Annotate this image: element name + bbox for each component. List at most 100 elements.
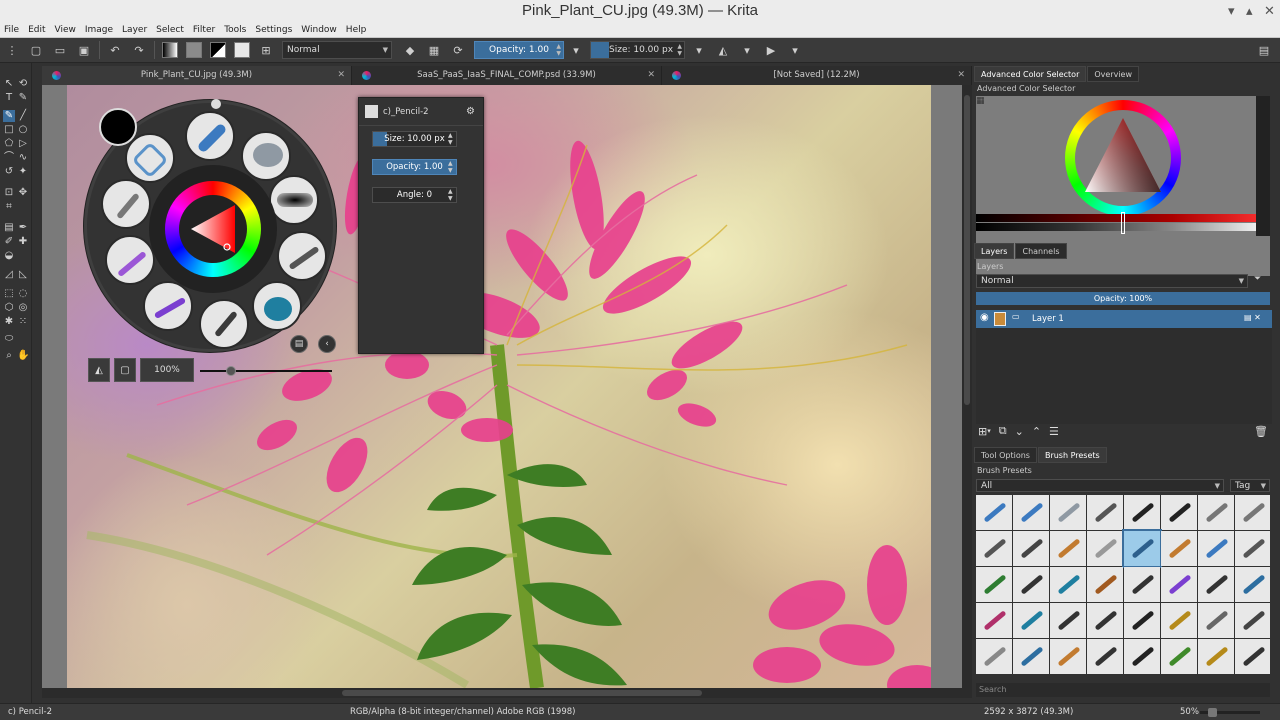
menu-window[interactable]: Window — [301, 25, 337, 35]
rectangular-selection-tool-icon[interactable]: ⬚ — [3, 288, 15, 300]
slider-knob[interactable] — [226, 366, 236, 376]
brush-preset-tile[interactable] — [1235, 531, 1270, 566]
layer-properties-icon[interactable]: ▤ ✕ — [1244, 313, 1261, 322]
multibrush-tool-icon[interactable]: ✦ — [17, 166, 29, 178]
close-button[interactable]: ✕ — [1264, 0, 1275, 22]
menu-filter[interactable]: Filter — [193, 25, 215, 35]
spin-arrows-icon[interactable]: ▲ ▼ — [677, 43, 682, 57]
brush-preset-tile[interactable] — [1124, 639, 1160, 674]
move-layer-up-icon[interactable]: ⌃ — [1032, 425, 1041, 438]
brush-preset-tile[interactable] — [1013, 495, 1049, 530]
rectangle-tool-icon[interactable]: □ — [3, 124, 15, 136]
select-shapes-tool-icon[interactable]: ↖ — [3, 78, 15, 90]
zoom-tool-icon[interactable]: ⌕ — [3, 350, 15, 362]
brush-slot-favorite-3[interactable] — [241, 131, 291, 181]
minimize-button[interactable]: ▾ — [1228, 0, 1235, 22]
polygonal-selection-tool-icon[interactable]: ⬡ — [3, 302, 15, 314]
brush-preset-tile[interactable] — [1198, 567, 1234, 602]
assistant-tool-icon[interactable]: ◿ — [3, 269, 15, 281]
smart-patch-tool-icon[interactable]: ✚ — [17, 236, 29, 248]
spin-arrows-icon[interactable]: ▲ ▼ — [448, 132, 453, 146]
similar-color-selection-tool-icon[interactable]: ⁙ — [17, 316, 29, 328]
tab-not-saved[interactable]: [Not Saved] (12.2M) ✕ — [662, 66, 972, 85]
tab-layers[interactable]: Layers — [974, 243, 1015, 259]
tab-tool-options[interactable]: Tool Options — [974, 447, 1037, 463]
brush-preset-tile[interactable] — [1198, 495, 1234, 530]
chevron-down-icon[interactable]: ▾ — [785, 40, 805, 60]
duplicate-layer-icon[interactable]: ⧉ — [999, 424, 1007, 438]
brush-slot-favorite-10[interactable] — [101, 179, 151, 229]
presets-filter-select[interactable]: All ▼ — [976, 479, 1224, 492]
undo-button[interactable]: ↶ — [105, 40, 125, 60]
size-slider[interactable]: Size: 10.00 px ▲ ▼ — [590, 41, 685, 59]
brush-preset-tile[interactable] — [1198, 531, 1234, 566]
tab-saas-paas[interactable]: SaaS_PaaS_IaaS_FINAL_COMP.psd (33.9M) ✕ — [352, 66, 662, 85]
brush-preset-tile[interactable] — [1050, 639, 1086, 674]
brush-preset-tile[interactable] — [976, 567, 1012, 602]
brush-preset-tile[interactable] — [1013, 603, 1049, 638]
delete-layer-icon[interactable]: 🗑 — [1254, 425, 1268, 438]
chevron-down-icon[interactable]: ▾ — [566, 40, 586, 60]
chevron-down-icon[interactable]: ▾ — [737, 40, 757, 60]
measure-tool-icon[interactable]: ◺ — [17, 269, 29, 281]
canvas-vertical-scrollbar[interactable] — [962, 85, 972, 688]
spin-arrows-icon[interactable]: ▲ ▼ — [448, 188, 453, 202]
edit-shapes-tool-icon[interactable]: ⟲ — [17, 78, 29, 90]
tab-pink-plant[interactable]: Pink_Plant_CU.jpg (49.3M) ✕ — [42, 66, 352, 85]
bezier-tool-icon[interactable]: ⌒ — [3, 152, 15, 164]
selector-settings-icon[interactable]: ▦ — [976, 96, 990, 110]
brush-preset-tile[interactable] — [1124, 495, 1160, 530]
menu-select[interactable]: Select — [156, 25, 184, 35]
brush-slot-favorite-8[interactable] — [143, 281, 193, 331]
mirror-view-button[interactable]: ◭ — [88, 358, 110, 382]
scrollbar-thumb[interactable] — [342, 690, 702, 696]
tab-overview[interactable]: Overview — [1087, 66, 1140, 82]
settings-icon[interactable]: ⚙ — [466, 106, 475, 117]
pattern-selector[interactable] — [184, 40, 204, 60]
brush-preset-tile-selected[interactable] — [1122, 529, 1162, 568]
brush-preset-tile[interactable] — [1124, 603, 1160, 638]
brush-preset-tile[interactable] — [1198, 639, 1234, 674]
blend-mode-select[interactable]: Normal ▼ — [282, 41, 392, 59]
contiguous-selection-tool-icon[interactable]: ✱ — [3, 316, 15, 328]
brush-preset-tile[interactable] — [1161, 639, 1197, 674]
transform-tool-icon[interactable]: ⊡ — [3, 187, 15, 199]
tab-channels[interactable]: Channels — [1015, 243, 1067, 259]
add-layer-icon[interactable]: ⊞ — [978, 425, 987, 438]
opacity-slider[interactable]: Opacity: 1.00 ▲ ▼ — [474, 41, 564, 59]
layer-blend-mode-select[interactable]: Normal ▼ — [976, 274, 1248, 288]
brush-slot-favorite-2[interactable] — [185, 111, 235, 161]
brush-preset-tile[interactable] — [1161, 567, 1197, 602]
polygon-tool-icon[interactable]: ⬠ — [3, 138, 15, 150]
brush-preset-tile[interactable] — [1050, 495, 1086, 530]
gradient-selector[interactable] — [160, 40, 180, 60]
canvas-horizontal-scrollbar[interactable] — [42, 688, 972, 698]
spin-arrows-icon[interactable]: ▲ ▼ — [556, 43, 561, 57]
brush-slot-favorite-9[interactable] — [105, 235, 155, 285]
foreground-color-swatch[interactable] — [99, 108, 137, 146]
brush-angle-slider[interactable]: Angle: 0 — [372, 187, 457, 203]
brush-preset-tile[interactable] — [1161, 531, 1197, 566]
spin-arrows-icon[interactable]: ▲ ▼ — [448, 160, 453, 174]
brush-preset-tile[interactable] — [1013, 531, 1049, 566]
brush-slot-favorite-7[interactable] — [199, 299, 249, 349]
maximize-button[interactable]: ▴ — [1246, 0, 1253, 22]
close-icon[interactable]: ✕ — [957, 66, 965, 85]
reload-preset-button[interactable]: ⟳ — [448, 40, 468, 60]
workspace-chooser-icon[interactable]: ⊞ — [256, 40, 276, 60]
close-icon[interactable]: ✕ — [337, 66, 345, 85]
save-document-button[interactable]: ▣ — [74, 40, 94, 60]
eye-icon[interactable]: ◉ — [980, 312, 989, 323]
presets-search-input[interactable]: Search — [976, 683, 1270, 697]
eraser-mode-button[interactable]: ◆ — [400, 40, 420, 60]
menu-settings[interactable]: Settings — [255, 25, 292, 35]
colorize-mask-tool-icon[interactable]: ✐ — [3, 236, 15, 248]
polyline-tool-icon[interactable]: ▷ — [17, 138, 29, 150]
brush-preset-tile[interactable] — [976, 495, 1012, 530]
open-document-button[interactable]: ▭ — [50, 40, 70, 60]
preserve-alpha-button[interactable]: ▦ — [424, 40, 444, 60]
new-document-button[interactable]: ▢ — [26, 40, 46, 60]
brush-preset-tile[interactable] — [1013, 639, 1049, 674]
zoom-fit-button[interactable]: 100% — [140, 358, 194, 382]
fill-tool-icon[interactable]: ◒ — [3, 250, 15, 262]
